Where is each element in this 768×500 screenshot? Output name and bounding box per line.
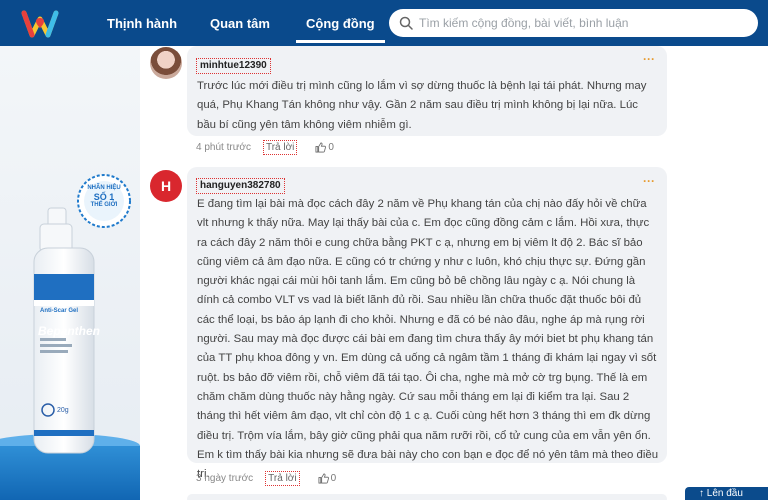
badge-caption: NHÃN HIỆU SỐ 1 THẾ GIỚI [87, 185, 121, 208]
comment-time: 3 ngày trước [196, 473, 254, 484]
comment-text: E đang tìm lại bài mà đọc cách đây 2 năm… [197, 198, 659, 481]
more-options-icon[interactable]: ··· [643, 174, 655, 188]
search-input[interactable] [419, 16, 739, 30]
reply-button[interactable]: Trả lời [262, 140, 298, 155]
comment-bubble [187, 494, 667, 500]
comment-text: Trước lúc mới điều trị mình cũng lo lắm … [197, 80, 647, 131]
nav-trending[interactable]: Thịnh hành [107, 0, 177, 46]
back-to-top-button[interactable]: ↑ Lên đầu [685, 487, 768, 500]
ad-brand: Bepanthen [38, 324, 101, 338]
ad-size: 20g [57, 407, 69, 414]
comment-username[interactable]: minhtue12390 [196, 58, 271, 74]
arrow-up-icon: ↑ [699, 488, 707, 499]
comment-time: 4 phút trước [196, 142, 251, 153]
nav-following[interactable]: Quan tâm [210, 0, 270, 46]
avatar[interactable] [150, 47, 182, 79]
back-to-top-label: Lên đầu [706, 488, 743, 499]
comment-meta: 4 phút trước Trả lời 0 [196, 140, 334, 155]
reply-button[interactable]: Trả lời [265, 471, 300, 486]
thumbs-up-icon [318, 473, 329, 484]
comment-username[interactable]: hanguyen382780 [196, 178, 285, 194]
search-box[interactable] [389, 9, 758, 37]
like-count: 0 [330, 473, 337, 484]
more-options-icon[interactable]: ··· [643, 52, 655, 66]
thumbs-up-icon [315, 142, 327, 153]
nav-community[interactable]: Cộng đồng [296, 0, 385, 46]
logo-icon[interactable] [18, 7, 62, 41]
like-count: 0 [328, 142, 334, 153]
like-button[interactable]: 0 [318, 473, 337, 484]
search-icon [399, 16, 413, 30]
product-ad-image [0, 174, 140, 500]
top-navbar: Thịnh hành Quan tâm Cộng đồng [0, 0, 768, 46]
ad-product: Anti-Scar Gel [40, 308, 79, 314]
avatar[interactable]: H [150, 170, 182, 202]
like-button[interactable]: 0 [315, 142, 334, 153]
comment-feed: minhtue12390 ··· Trước lúc mới điều trị … [140, 46, 768, 500]
sidebar-ad[interactable]: NHÃN HIỆU SỐ 1 THẾ GIỚI Bepanthen Anti-S… [0, 46, 140, 500]
comment-meta: 3 ngày trước Trả lời 0 [196, 471, 336, 486]
